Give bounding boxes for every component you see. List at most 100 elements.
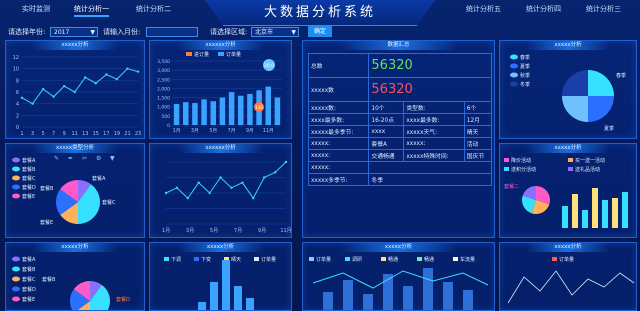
x-tick-label: 7 [52, 131, 55, 137]
x-tick-label: 1 [20, 131, 23, 137]
legend-swatch [453, 257, 458, 261]
legend-swatch [12, 296, 20, 302]
cell: 12月 [463, 113, 493, 126]
nav-item-realtime[interactable]: 实时监测 [22, 4, 50, 14]
nav-item-stat5[interactable]: 统计分析五 [466, 4, 501, 14]
legend-swatch [194, 257, 199, 261]
cell: xxxxx: [403, 137, 465, 150]
x-tick-label: 11月 [280, 228, 291, 234]
bar-chart: 0 500 1,000 1,500 2,000 2,500 3,000 3,500 1月 3月 5月… [157, 51, 282, 134]
x-tick-label: 3月 [186, 228, 194, 234]
legend-swatch [164, 257, 169, 261]
y-tick-label: 1,500 [157, 96, 170, 102]
bar [210, 282, 218, 310]
bar [201, 99, 207, 125]
region-label: 请选择区域: [210, 28, 248, 36]
legend-swatch [12, 256, 20, 262]
legend-swatch [510, 72, 518, 78]
xxx-label: xxxxx数 [307, 77, 370, 102]
y-tick-label: 2,500 [157, 77, 170, 83]
legend-swatch [510, 54, 518, 60]
cell: xxxxx最多季节: [307, 125, 370, 138]
cell: xxxx最多数: [307, 113, 370, 126]
bar [582, 210, 588, 228]
x-tick-label: 13 [82, 131, 88, 137]
legend-swatch [218, 52, 224, 56]
x-tick-label: 3月 [191, 128, 199, 134]
pie-chart-package: 套餐A 套餐B 套餐C 套餐D 套餐E ✎ ✒ ✂ ⚙ ▼ 套餐A 套餐C 套餐B 套餐E [12, 155, 116, 226]
nav-item-stat1[interactable]: 统计分析一 [74, 4, 109, 17]
panel-title: xxxxx分析 [525, 41, 611, 50]
data-point [175, 186, 179, 190]
cell: 16-20点 [368, 113, 405, 126]
y-tick-label: 0 [16, 125, 19, 131]
cell: xxxxx数: [307, 101, 370, 114]
legend-swatch [12, 157, 20, 163]
legend-swatch [345, 257, 350, 261]
legend-swatch [568, 167, 573, 171]
combo-chart-bottom: 订单量 调研 畅通 畅通 车流量 [309, 256, 489, 310]
legend-label: 畅通 [388, 256, 398, 263]
x-tick-label: 19 [114, 131, 120, 137]
month-input[interactable] [146, 27, 198, 37]
cell: 6个 [463, 101, 493, 114]
y-tick-label: 2 [16, 113, 19, 119]
legend-swatch [417, 257, 422, 261]
legend-label: 套餐B [22, 166, 36, 173]
pie-chart-bottom: 套餐A 套餐B 套餐C 套餐D 套餐E 套餐B 套餐D [12, 256, 130, 310]
y-tick-label: 4 [16, 102, 19, 108]
slice-label: 套餐E [40, 219, 53, 226]
region-select[interactable]: 北京市 ▼ [251, 27, 299, 37]
legend-swatch [568, 158, 573, 162]
month-label: 请输入月份: [103, 28, 141, 36]
panel-bottom-3: xxxxx分析 订单量 调研 畅通 畅通 车流量 [302, 242, 495, 311]
data-point [62, 84, 66, 88]
cell: xxxx [368, 125, 405, 138]
y-tick-label: 2,000 [157, 86, 170, 92]
year-select[interactable]: 2017 ▼ [50, 27, 98, 37]
panel-title: xxxxx分析 [339, 243, 458, 252]
bar [198, 302, 206, 310]
bar [612, 198, 618, 228]
chevron-down-icon: ▼ [291, 29, 296, 36]
data-point [197, 181, 200, 184]
y-tick-label: 1,000 [157, 105, 170, 111]
legend-label: 下调 [171, 256, 181, 263]
bar [363, 294, 373, 310]
cell: 冬季 [368, 173, 492, 186]
bar [183, 102, 189, 125]
data-point [73, 90, 76, 94]
legend-label: 套餐B [22, 266, 36, 273]
data-point [94, 82, 98, 85]
slice-label: 春季 [616, 72, 626, 79]
nav-item-stat4[interactable]: 统计分析四 [526, 4, 561, 14]
x-tick-label: 17 [103, 131, 109, 137]
legend-label: 套餐A [22, 256, 36, 263]
data-point [105, 73, 108, 76]
region-value: 北京市 [255, 29, 274, 36]
x-tick-label: 7月 [234, 228, 242, 234]
legend-label: 套餐C [22, 175, 36, 182]
nav-item-stat3[interactable]: 统计分析三 [586, 4, 621, 14]
nav-item-stat2[interactable]: 统计分析二 [136, 4, 171, 14]
cell: xxxxx: [307, 137, 370, 150]
x-tick-label: 9 [63, 131, 66, 137]
tool-icon: ⚙ [96, 155, 101, 162]
legend-swatch [12, 266, 20, 272]
pie-chart-season: 春季夏季秋季冬季春季夏季 [510, 54, 626, 132]
panel-summary: 数据汇总 总数 56320 xxxxx数 56320 xxxxx数: 10个 类型数: 6… [302, 40, 495, 238]
bar [234, 286, 242, 310]
legend-swatch [552, 257, 557, 261]
legend-label: 订单量 [316, 256, 331, 263]
x-tick-label: 15 [93, 131, 99, 137]
panel-bottom-1: xxxxx分析 套餐A 套餐B 套餐C 套餐D 套餐E 套餐B 套餐D [5, 242, 145, 311]
slice-label: 套餐二 [504, 183, 519, 190]
pie-slice [562, 96, 588, 122]
activity-chart: 降价活动 买一送一活动送积分活动 送礼品活动套餐二 [504, 157, 628, 228]
data-point [84, 76, 87, 79]
legend-label: 订单量 [226, 51, 241, 58]
x-tick-label: 5 [41, 131, 44, 137]
legend-label: 秋季 [520, 72, 530, 79]
confirm-button[interactable]: 确定 [308, 26, 333, 37]
bar [323, 292, 333, 310]
